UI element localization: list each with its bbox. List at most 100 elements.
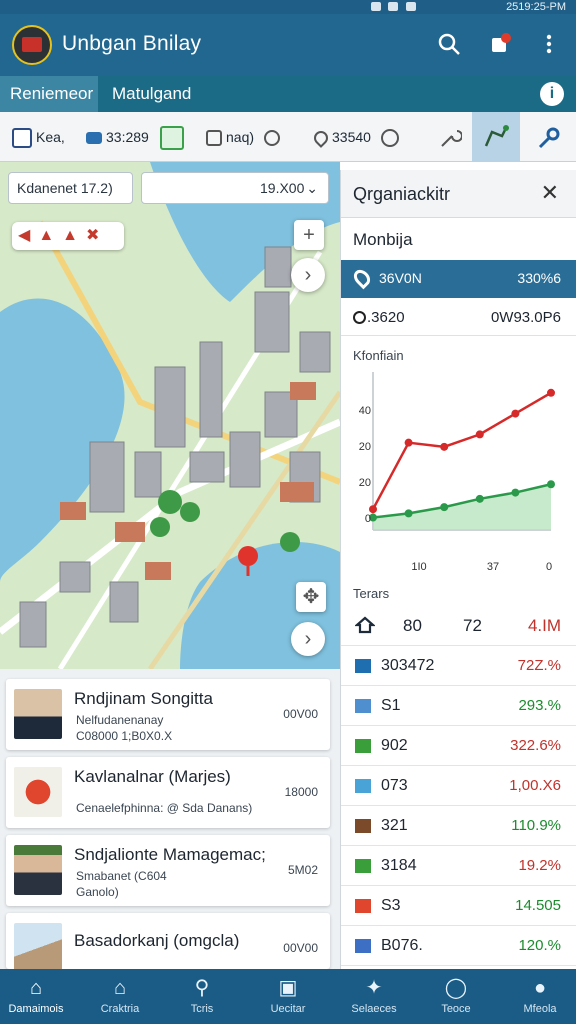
- map-expand-icon[interactable]: ›: [291, 622, 325, 656]
- panel-highlight-row[interactable]: 36V0N 330%6: [341, 260, 576, 298]
- search-icon[interactable]: [436, 32, 462, 58]
- row-name: S3: [381, 897, 401, 914]
- nav-item-mfeola[interactable]: ● Mfeola: [504, 969, 576, 1024]
- tab-matulgand[interactable]: Matulgand: [102, 76, 206, 112]
- clock-icon: [353, 311, 366, 324]
- nav-label: Tcris: [190, 1003, 214, 1015]
- row-name: S1: [381, 697, 401, 714]
- notification-icon[interactable]: [488, 32, 514, 58]
- toolbar-item-2-label: 33:289: [106, 129, 149, 145]
- table-row[interactable]: 303472 72Z.%: [341, 646, 576, 686]
- row-color-swatch: [355, 939, 371, 953]
- list-item-title: Basadorkanj (omgcla): [74, 931, 240, 950]
- info-icon[interactable]: i: [540, 82, 564, 106]
- map-search-input[interactable]: Kdanenet 17.2): [8, 172, 133, 204]
- data-point: [404, 509, 413, 518]
- nav-item-home[interactable]: ⌂ Damaimois: [0, 969, 72, 1024]
- table-header-col1: 80: [403, 616, 422, 635]
- toolbar-item-1[interactable]: Kea,: [12, 112, 65, 162]
- toolbar-green-button[interactable]: [160, 112, 188, 162]
- toolbar-item-4[interactable]: 33540: [311, 112, 403, 162]
- nav-item-teoce[interactable]: ◯ Teoce: [420, 969, 492, 1024]
- row-name: B076.: [381, 937, 423, 954]
- row-name: 321: [381, 817, 408, 834]
- card-icon: [86, 132, 102, 145]
- table-row[interactable]: 321 110.9%: [341, 806, 576, 846]
- drop-icon: [311, 128, 331, 149]
- list-item[interactable]: Basadorkanj (omgcla) 00V00: [6, 913, 330, 973]
- data-point: [511, 488, 520, 497]
- calendar-icon: ▣: [278, 977, 298, 999]
- wifi-icon: [371, 2, 381, 11]
- avatar: [14, 689, 62, 739]
- layer-icon-4[interactable]: ✖: [86, 227, 107, 244]
- list-item[interactable]: Sndjalionte Mamagemac; Smabanet (C604 Ga…: [6, 835, 330, 906]
- app-title: Unbgan Bnilay: [62, 32, 202, 55]
- square-icon: [206, 130, 222, 147]
- toolbar-item-2[interactable]: 33:289: [86, 112, 149, 162]
- tools-icon: ✦: [365, 977, 383, 999]
- zoom-in-button[interactable]: +: [294, 220, 324, 250]
- list-item-value: 5M02: [287, 863, 318, 877]
- nav-item-tcris[interactable]: ⚲ Tcris: [166, 969, 238, 1024]
- row-percent: 14.505: [515, 897, 561, 914]
- nav-label: Craktria: [100, 1003, 140, 1015]
- toolbar-item-3-label: naq): [226, 129, 255, 145]
- pin-tool-button[interactable]: [536, 112, 562, 162]
- highlight-right-value: 330%6: [517, 270, 561, 286]
- table-label: Terars: [353, 586, 390, 601]
- wrench-button[interactable]: [438, 112, 463, 162]
- data-point: [547, 388, 555, 397]
- table-row[interactable]: S1 293.%: [341, 686, 576, 726]
- home-icon: [354, 615, 376, 640]
- row-name: 902: [381, 737, 408, 754]
- nav-item-selaeces[interactable]: ✦ Selaeces: [338, 969, 410, 1024]
- table-row[interactable]: 902 322.6%: [341, 726, 576, 766]
- table-row[interactable]: 073 1,00.X6: [341, 766, 576, 806]
- layer-icon-2[interactable]: ▲: [38, 227, 62, 244]
- document-icon: [160, 126, 184, 151]
- close-icon[interactable]: ✕: [541, 180, 559, 206]
- list-item[interactable]: Rndjinam Songitta Nelfudanenanay C08000 …: [6, 679, 330, 750]
- map-next-icon[interactable]: ›: [291, 258, 325, 292]
- table-row[interactable]: B076. 120.%: [341, 926, 576, 966]
- app-logo: [12, 25, 52, 65]
- nav-label: Uecitar: [270, 1003, 306, 1015]
- y-tick-label: 40: [359, 405, 371, 417]
- data-point: [440, 442, 449, 451]
- map-filter-value: 19.X00: [260, 180, 305, 196]
- more-options-icon[interactable]: [536, 32, 562, 58]
- boat-thumbnail: [14, 923, 62, 973]
- layer-icon-3[interactable]: ▲: [62, 227, 86, 244]
- toolbar-item-3[interactable]: naq): [206, 112, 284, 162]
- tab-reniemeor[interactable]: Reniemeor: [0, 76, 98, 112]
- nav-label: Selaeces: [351, 1003, 397, 1015]
- row-color-swatch: [355, 819, 371, 833]
- row-name: 073: [381, 777, 408, 794]
- list-item[interactable]: Kavlanalnar (Marjes) Cenaelefphinna: @ S…: [6, 757, 330, 828]
- y-tick-label: 20: [359, 441, 371, 453]
- list-item-subtitle: Nelfudanenanay: [76, 713, 164, 727]
- table-row[interactable]: 3184 19.2%: [341, 846, 576, 886]
- x-tick-label: 0: [546, 561, 552, 573]
- time-row-right-value: 0W93.0P6: [490, 309, 561, 326]
- map-filter-dropdown[interactable]: 19.X00 ⌄: [141, 172, 329, 204]
- row-percent: 19.2%: [518, 857, 561, 874]
- layer-icon-1[interactable]: ◀: [18, 227, 38, 244]
- table-row[interactable]: S3 14.505: [341, 886, 576, 926]
- profile-icon: ●: [533, 977, 547, 999]
- row-color-swatch: [355, 899, 371, 913]
- selected-tool-button[interactable]: [472, 112, 520, 162]
- nav-item-craktria[interactable]: ⌂ Craktria: [84, 969, 156, 1024]
- nav-item-uecitar[interactable]: ▣ Uecitar: [252, 969, 324, 1024]
- recenter-button[interactable]: ✥: [296, 582, 326, 612]
- map-layer-chips[interactable]: ◀▲▲✖: [12, 222, 124, 250]
- data-point: [511, 409, 520, 418]
- list-item-detail: C08000 1;B0X0.X: [76, 729, 173, 743]
- clock-icon: [263, 130, 280, 147]
- details-panel: Qrganiackitr ✕ Monbija 36V0N 330%6 .3620…: [340, 170, 576, 969]
- flower-icon: [14, 767, 62, 817]
- home-icon: ⌂: [29, 977, 43, 999]
- list-item-title: Rndjinam Songitta: [74, 689, 213, 708]
- data-point: [547, 480, 555, 489]
